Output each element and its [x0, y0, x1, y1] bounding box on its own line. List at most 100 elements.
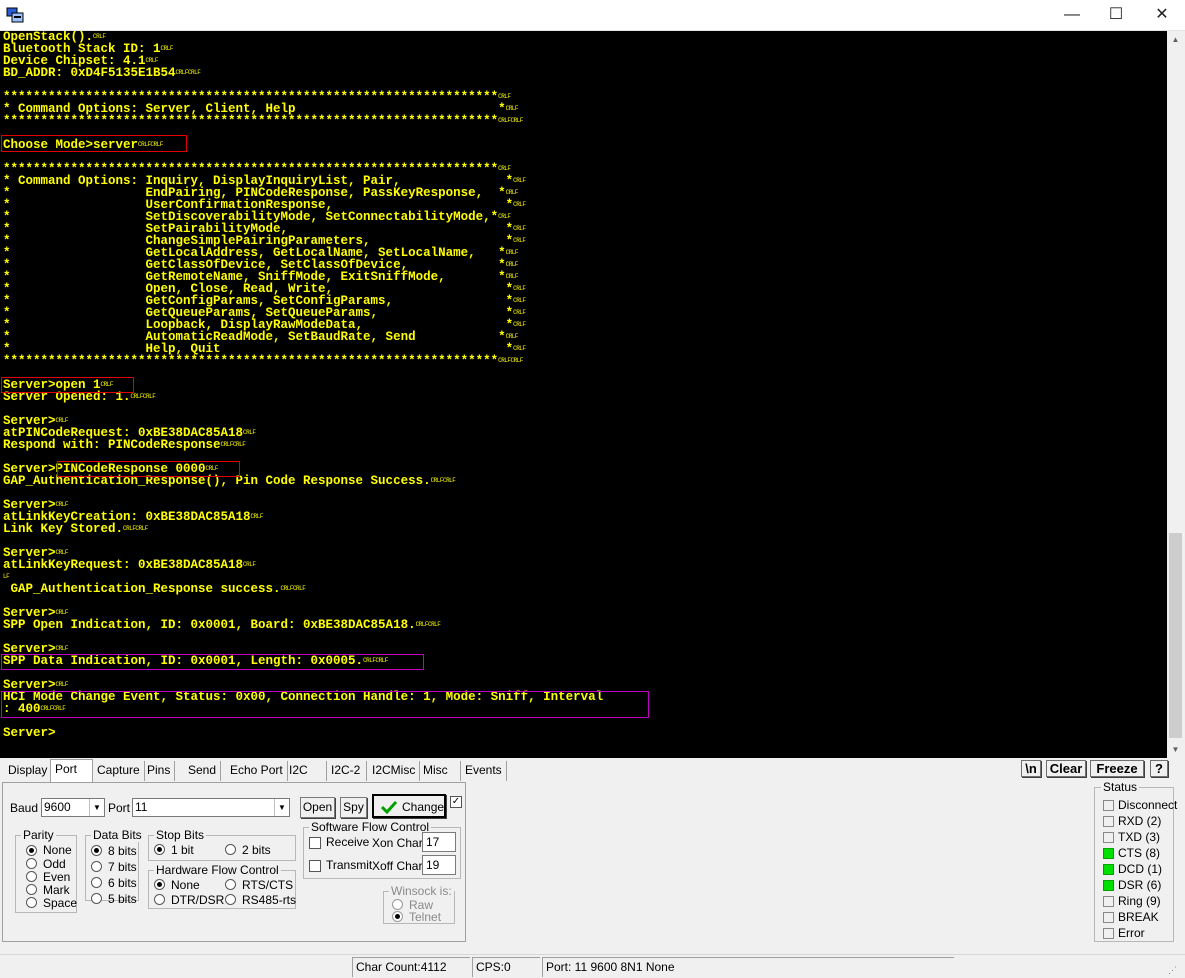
status-label: BREAK	[1118, 910, 1159, 924]
tab-pins[interactable]: Pins	[143, 761, 176, 781]
open-button[interactable]: Open	[300, 797, 335, 818]
terminal-line: ****************************************…	[3, 354, 603, 368]
parity-title: Parity	[21, 828, 56, 842]
line-ending-marker: CRLFCRLF	[498, 117, 523, 124]
line-ending-marker: CRLF	[243, 561, 256, 568]
stop-bits-2-radio[interactable]	[225, 844, 236, 855]
winsock-telnet-radio[interactable]	[392, 911, 403, 922]
line-ending-marker: LF	[3, 573, 10, 580]
data-bits-7-radio[interactable]	[91, 861, 102, 872]
tab-i2cmisc[interactable]: I2CMisc	[368, 761, 421, 781]
baud-label: Baud	[10, 801, 39, 815]
line-ending-marker: CRLFCRLF	[130, 393, 156, 400]
hw-flow-dtr-dsr-radio[interactable]	[154, 894, 165, 905]
winsock-raw-radio[interactable]	[392, 899, 403, 910]
xon-char-input[interactable]: 17	[422, 832, 456, 852]
hw-flow-rts-cts-label: RTS/CTS	[242, 878, 294, 892]
data-bits-6-radio[interactable]	[91, 877, 102, 888]
terminal-line-text: Respond with: PINCodeResponse	[3, 438, 221, 452]
tab-port[interactable]: Port	[50, 759, 93, 782]
clear-button[interactable]: Clear	[1046, 760, 1086, 777]
status-led	[1103, 800, 1114, 811]
line-ending-marker: CRLF	[513, 177, 526, 184]
data-bits-group: Data Bits 8 bits 7 bits 6 bits 5 bits	[85, 828, 144, 906]
terminal-line-text: ****************************************…	[3, 354, 499, 368]
tab-i2c-2[interactable]: I2C-2	[327, 761, 367, 781]
hw-flow-none-radio[interactable]	[154, 879, 165, 890]
newline-button[interactable]: \n	[1021, 760, 1041, 777]
terminal-output[interactable]: OpenStack().CRLF Bluetooth Stack ID: 1CRL…	[0, 31, 1167, 758]
hw-flow-rs485-radio[interactable]	[225, 894, 236, 905]
line-ending-marker: CRLFCRLF	[220, 441, 246, 448]
line-ending-marker: CRLF	[513, 201, 526, 208]
stop-bits-title: Stop Bits	[154, 828, 207, 842]
line-ending-marker: CRLFCRLF	[415, 621, 441, 628]
winsock-group: Winsock is: Raw Telnet	[383, 884, 455, 924]
change-checkbox[interactable]: ✓	[450, 796, 462, 808]
parity-even-label: Even	[43, 870, 71, 884]
line-ending-marker: CRLF	[145, 57, 159, 64]
terminal-line: Server>	[3, 727, 603, 740]
terminal-line-text: ****************************************…	[3, 114, 499, 128]
hw-flow-none-label: None	[171, 878, 200, 892]
tab-i2c[interactable]: I2C	[285, 761, 327, 781]
change-label: Change	[402, 800, 445, 814]
change-button[interactable]: Change	[372, 794, 446, 818]
port-select[interactable]: 11 ▼	[132, 798, 290, 817]
tab-capture[interactable]: Capture	[93, 761, 145, 781]
tab-misc[interactable]: Misc	[419, 761, 461, 781]
data-bits-5-radio[interactable]	[91, 893, 102, 904]
line-ending-marker: CRLFCRLF	[430, 477, 456, 484]
checkmark-icon	[380, 800, 398, 814]
baud-select[interactable]: 9600 ▼	[41, 798, 105, 817]
maximize-button[interactable]: ☐	[1093, 0, 1139, 30]
transmit-checkbox[interactable]	[309, 860, 321, 872]
scroll-down-icon[interactable]: ▼	[1167, 741, 1184, 758]
line-ending-marker: CRLF	[250, 513, 264, 520]
data-bits-8-radio[interactable]	[91, 845, 102, 856]
terminal-line-text: Link Key Stored.	[3, 522, 124, 536]
receive-checkbox[interactable]	[309, 837, 321, 849]
hardware-flow-title: Hardware Flow Control	[154, 863, 281, 877]
terminal-scrollbar[interactable]: ▲ ▼	[1167, 31, 1184, 758]
line-ending-marker: CRLF	[513, 309, 526, 316]
stop-bits-2-label: 2 bits	[242, 843, 271, 857]
winsock-title: Winsock is:	[389, 884, 454, 898]
receive-label: Receive	[326, 835, 370, 849]
resize-grip-icon[interactable]: ⋰	[1168, 965, 1180, 977]
hw-flow-rts-cts-radio[interactable]	[225, 879, 236, 890]
line-ending-marker: CRLF	[243, 429, 256, 436]
status-led	[1103, 864, 1114, 875]
line-ending-marker: CRLFCRLF	[175, 69, 201, 76]
parity-group: Parity None Odd Even Mark Space	[15, 828, 78, 913]
parity-space-radio[interactable]	[26, 897, 37, 908]
parity-space-label: Space	[43, 896, 78, 910]
line-ending-marker: CRLF	[498, 213, 511, 220]
tab-display[interactable]: Display	[4, 761, 53, 781]
tab-echo-port[interactable]: Echo Port	[226, 761, 288, 781]
stop-bits-1-radio[interactable]	[154, 844, 165, 855]
status-led	[1103, 912, 1114, 923]
spy-button[interactable]: Spy	[340, 797, 367, 818]
freeze-button[interactable]: Freeze	[1090, 760, 1144, 777]
parity-none-radio[interactable]	[26, 845, 37, 856]
data-bits-6-label: 6 bits	[108, 876, 137, 890]
tab-send[interactable]: Send	[184, 761, 222, 781]
line-ending-marker: CRLF	[513, 321, 526, 328]
parity-mark-radio[interactable]	[26, 884, 37, 895]
scroll-thumb[interactable]	[1169, 533, 1182, 738]
minimize-button[interactable]: —	[1049, 0, 1095, 30]
line-ending-marker: CRLF	[160, 45, 174, 52]
data-bits-8-label: 8 bits	[108, 844, 137, 858]
tab-events[interactable]: Events	[461, 761, 507, 781]
close-button[interactable]: ✕	[1139, 0, 1185, 30]
parity-even-radio[interactable]	[26, 871, 37, 882]
terminal-line-text: SPP Open Indication, ID: 0x0001, Board: …	[3, 618, 416, 632]
scroll-up-icon[interactable]: ▲	[1167, 31, 1184, 48]
parity-odd-radio[interactable]	[26, 858, 37, 869]
data-bits-5-label: 5 bits	[108, 892, 137, 906]
help-button[interactable]: ?	[1150, 760, 1168, 777]
xoff-char-input[interactable]: 19	[422, 855, 456, 875]
